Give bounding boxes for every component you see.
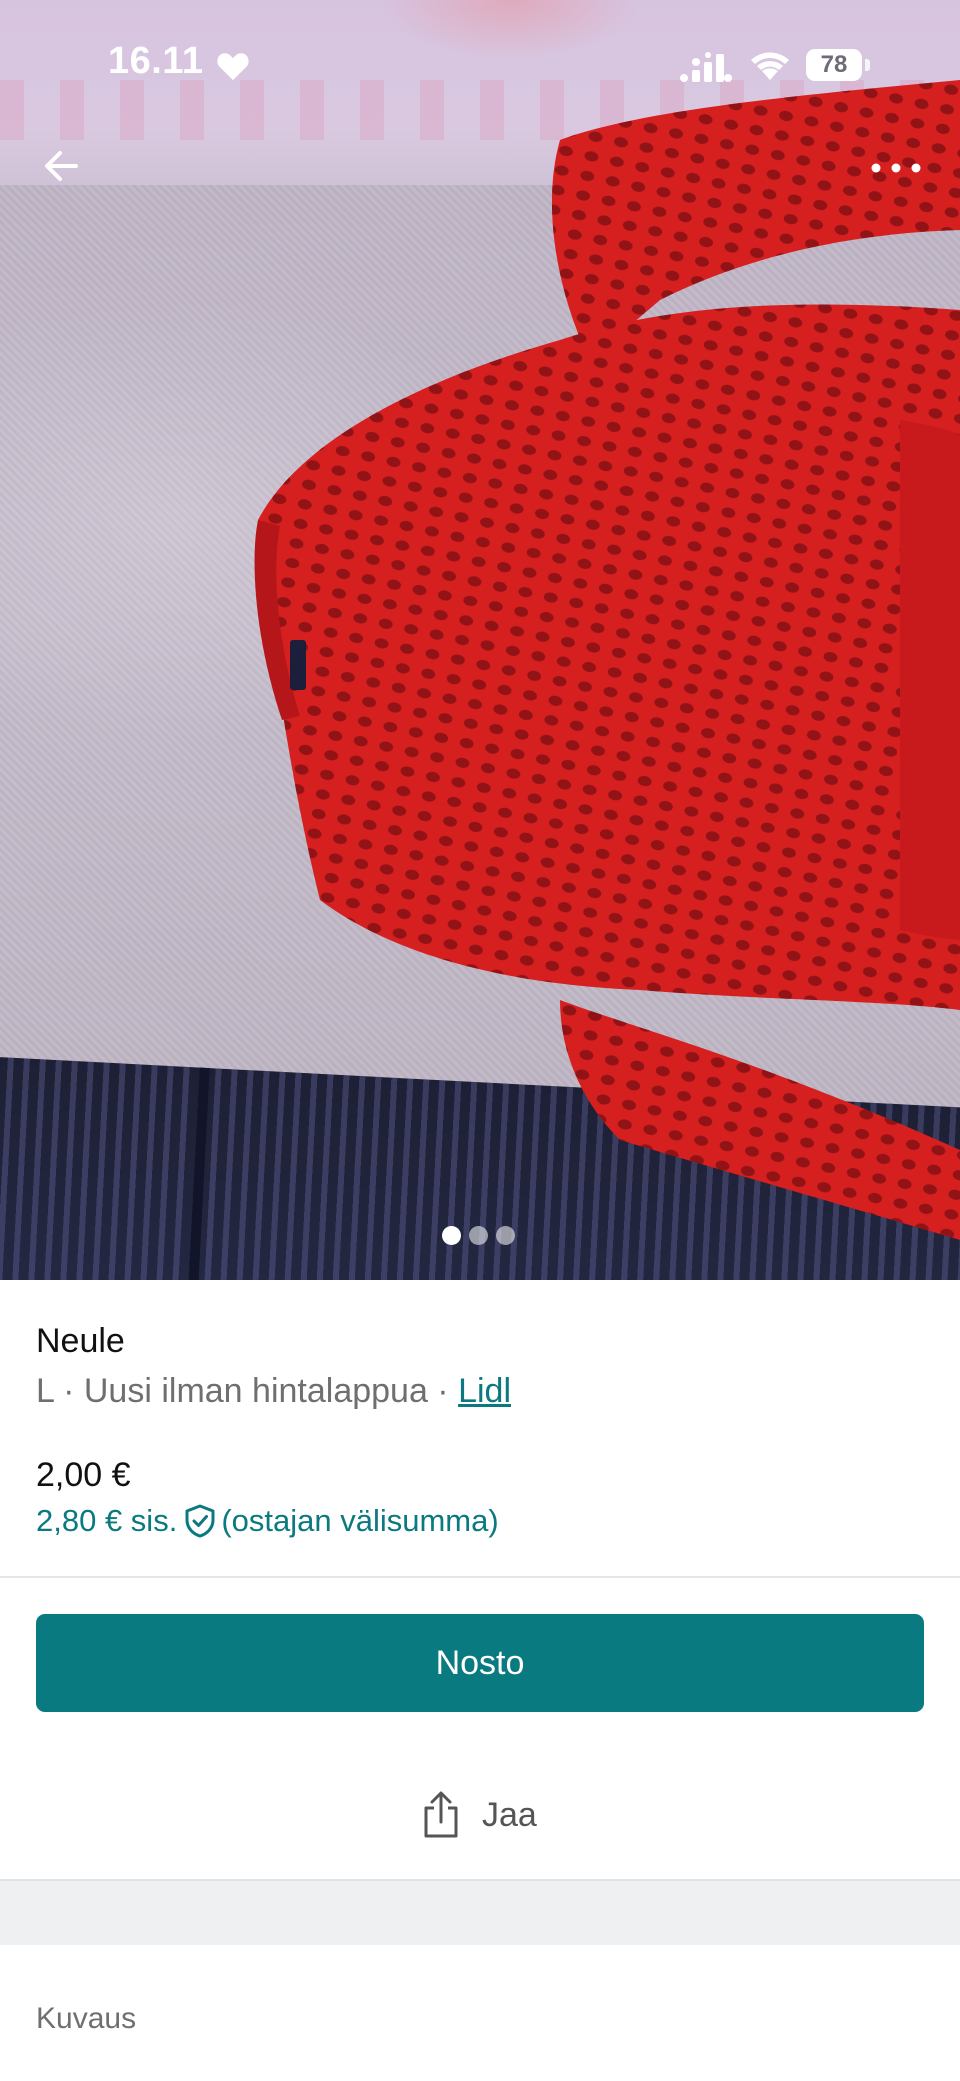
- brand-link[interactable]: Lidl: [458, 1372, 511, 1410]
- item-size: L: [36, 1372, 54, 1410]
- share-label: Jaa: [482, 1795, 537, 1834]
- battery-icon: 78: [806, 49, 862, 81]
- price-incl-note: (ostajan välisumma): [221, 1503, 499, 1538]
- gallery-pagination: [442, 1226, 515, 1245]
- buyer-protection-price[interactable]: 2,80 € sis. (ostajan välisumma): [36, 1503, 499, 1539]
- status-time: 16.11: [108, 40, 204, 82]
- gallery-dot-2[interactable]: [469, 1226, 488, 1245]
- item-photo[interactable]: [0, 0, 960, 1280]
- section-separator: [0, 1879, 960, 1945]
- meta-separator: ·: [53, 1372, 84, 1410]
- item-condition: Uusi ilman hintalappua: [83, 1372, 428, 1410]
- item-price: 2,00 €: [36, 1456, 131, 1494]
- item-title: Neule: [36, 1322, 125, 1360]
- shield-check-icon: [185, 1504, 215, 1538]
- wifi-icon: [751, 52, 789, 80]
- share-button[interactable]: Jaa: [420, 1790, 537, 1840]
- item-meta: L · Uusi ilman hintalappua · Lidl: [36, 1372, 511, 1411]
- divider: [0, 1576, 960, 1578]
- battery-level: 78: [820, 51, 848, 78]
- description-label: Kuvaus: [36, 2002, 137, 2035]
- gallery-dot-3[interactable]: [496, 1226, 515, 1245]
- gallery-dot-1[interactable]: [442, 1226, 461, 1245]
- share-icon: [424, 1791, 458, 1838]
- battery-tip: [865, 59, 870, 71]
- back-arrow-icon[interactable]: [36, 140, 88, 192]
- buy-button[interactable]: Nosto: [36, 1614, 924, 1712]
- signal-icon: [680, 52, 732, 82]
- heart-icon: [217, 53, 249, 81]
- meta-separator: ·: [427, 1372, 459, 1410]
- more-options-icon[interactable]: [866, 150, 926, 186]
- sweater-image: [254, 80, 960, 1240]
- price-incl-amount: 2,80 € sis.: [36, 1503, 178, 1538]
